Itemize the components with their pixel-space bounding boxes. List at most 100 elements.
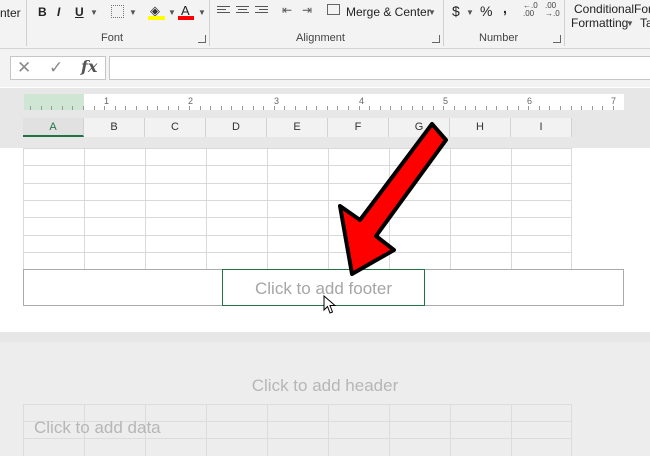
ruler-tick <box>200 106 201 110</box>
merge-center-truncated-label[interactable]: nter <box>0 6 21 20</box>
page-gap <box>0 140 650 148</box>
ruler-tick <box>221 106 222 110</box>
conditional-formatting-label-line2[interactable]: Formatting <box>571 16 628 30</box>
ruler-tick <box>443 106 444 110</box>
ruler-tick <box>242 106 243 110</box>
font-color-dropdown-icon[interactable]: ▼ <box>198 8 206 17</box>
ruler-tick <box>348 106 349 110</box>
grid-line <box>328 404 329 456</box>
ruler-tick <box>94 106 95 110</box>
ruler-tick <box>571 106 572 110</box>
formula-buttons: ✕ ✓ fx <box>10 56 106 80</box>
ruler-tick <box>147 106 148 110</box>
ruler-tick <box>412 106 413 110</box>
borders-icon[interactable] <box>111 5 124 18</box>
ruler-tick <box>274 106 275 110</box>
align-center-icon[interactable] <box>236 6 249 16</box>
grid-line <box>84 148 85 269</box>
enter-icon[interactable]: ✓ <box>49 58 63 78</box>
percent-button[interactable]: % <box>480 3 492 19</box>
column-header-h[interactable]: H <box>450 118 511 137</box>
grid-line <box>23 165 571 166</box>
grid-line <box>23 200 571 201</box>
grid-line <box>511 404 512 456</box>
formula-input[interactable] <box>109 56 650 80</box>
ruler-tick <box>390 106 391 110</box>
align-left-icon[interactable] <box>217 6 230 16</box>
merge-center-dropdown-icon[interactable]: ▼ <box>428 8 436 17</box>
column-header-b[interactable]: B <box>84 118 145 137</box>
ruler-tick <box>433 106 434 110</box>
ruler-tick <box>62 106 63 110</box>
merge-center-button[interactable]: Merge & Center <box>346 5 431 19</box>
ruler-tick <box>104 106 105 110</box>
ruler-tick <box>602 106 603 110</box>
ruler-tick <box>189 106 190 110</box>
borders-dropdown-icon[interactable]: ▼ <box>129 8 137 17</box>
data-placeholder[interactable]: Click to add data <box>34 418 161 438</box>
font-dialog-launcher-icon[interactable] <box>198 35 206 43</box>
currency-dropdown-icon[interactable]: ▼ <box>466 8 474 17</box>
insert-function-button[interactable]: fx <box>81 57 97 76</box>
bold-button[interactable]: B <box>38 5 47 19</box>
ruler-tick <box>518 106 519 110</box>
ruler-tick <box>359 106 360 110</box>
comma-style-button[interactable]: , <box>503 0 507 16</box>
fill-color-dropdown-icon[interactable]: ▼ <box>168 8 176 17</box>
ruler-number: 2 <box>188 96 194 106</box>
grid-line <box>23 252 571 253</box>
ruler-tick <box>528 106 529 110</box>
format-as-table-label-line1[interactable]: For <box>634 2 650 16</box>
grid-line <box>23 404 24 456</box>
column-header-c[interactable]: C <box>145 118 206 137</box>
grid-line <box>23 438 571 439</box>
increase-decimal-icon[interactable]: ←.0.00 <box>523 2 538 18</box>
column-header-i[interactable]: I <box>511 118 572 137</box>
ribbon-separator <box>26 0 27 46</box>
ruler-tick <box>51 106 52 110</box>
group-label-alignment: Alignment <box>296 32 345 44</box>
ribbon-separator <box>209 0 210 46</box>
ruler-tick <box>72 106 73 110</box>
header-placeholder[interactable]: Click to add header <box>0 376 650 396</box>
alignment-dialog-launcher-icon[interactable] <box>432 35 440 43</box>
grid-line <box>206 148 207 269</box>
grid-line <box>450 404 451 456</box>
column-header-e[interactable]: E <box>267 118 328 137</box>
ruler-tick <box>41 106 42 110</box>
number-dialog-launcher-icon[interactable] <box>553 35 561 43</box>
font-color-swatch <box>178 16 194 20</box>
column-header-d[interactable]: D <box>206 118 267 137</box>
merge-center-icon[interactable] <box>327 4 340 15</box>
decrease-decimal-icon[interactable]: .00 →.0 <box>545 2 560 18</box>
ruler-tick <box>401 106 402 110</box>
grid-line <box>389 404 390 456</box>
conditional-formatting-label-line1[interactable]: Conditional <box>574 2 634 16</box>
column-header-a[interactable]: A <box>23 118 84 137</box>
currency-button[interactable]: $ <box>452 3 460 19</box>
ruler-tick <box>486 106 487 110</box>
ruler-tick <box>231 106 232 110</box>
italic-button[interactable]: I <box>57 5 60 19</box>
ruler-number: 4 <box>359 96 365 106</box>
underline-button[interactable]: U <box>75 5 84 19</box>
ruler-tick <box>613 106 614 110</box>
format-as-table-label-line2[interactable]: Ta <box>640 16 650 30</box>
ruler-number: 6 <box>527 96 533 106</box>
align-right-icon[interactable] <box>255 6 268 16</box>
increase-indent-icon[interactable]: ⇥ <box>302 3 312 17</box>
decrease-indent-icon[interactable]: ⇤ <box>282 3 292 17</box>
ruler-tick <box>83 106 84 110</box>
group-label-font: Font <box>101 32 124 44</box>
conditional-formatting-dropdown-icon[interactable]: ▼ <box>626 19 634 28</box>
underline-dropdown-icon[interactable]: ▼ <box>90 8 98 17</box>
mouse-cursor-icon <box>323 295 337 314</box>
ruler-tick <box>369 106 370 110</box>
ruler-tick <box>327 106 328 110</box>
ruler-number: 5 <box>443 96 449 106</box>
grid-line <box>267 404 268 456</box>
ruler-tick <box>465 106 466 110</box>
fill-color-swatch <box>148 16 165 20</box>
cancel-icon[interactable]: ✕ <box>17 58 31 78</box>
ruler-number: 1 <box>104 96 110 106</box>
